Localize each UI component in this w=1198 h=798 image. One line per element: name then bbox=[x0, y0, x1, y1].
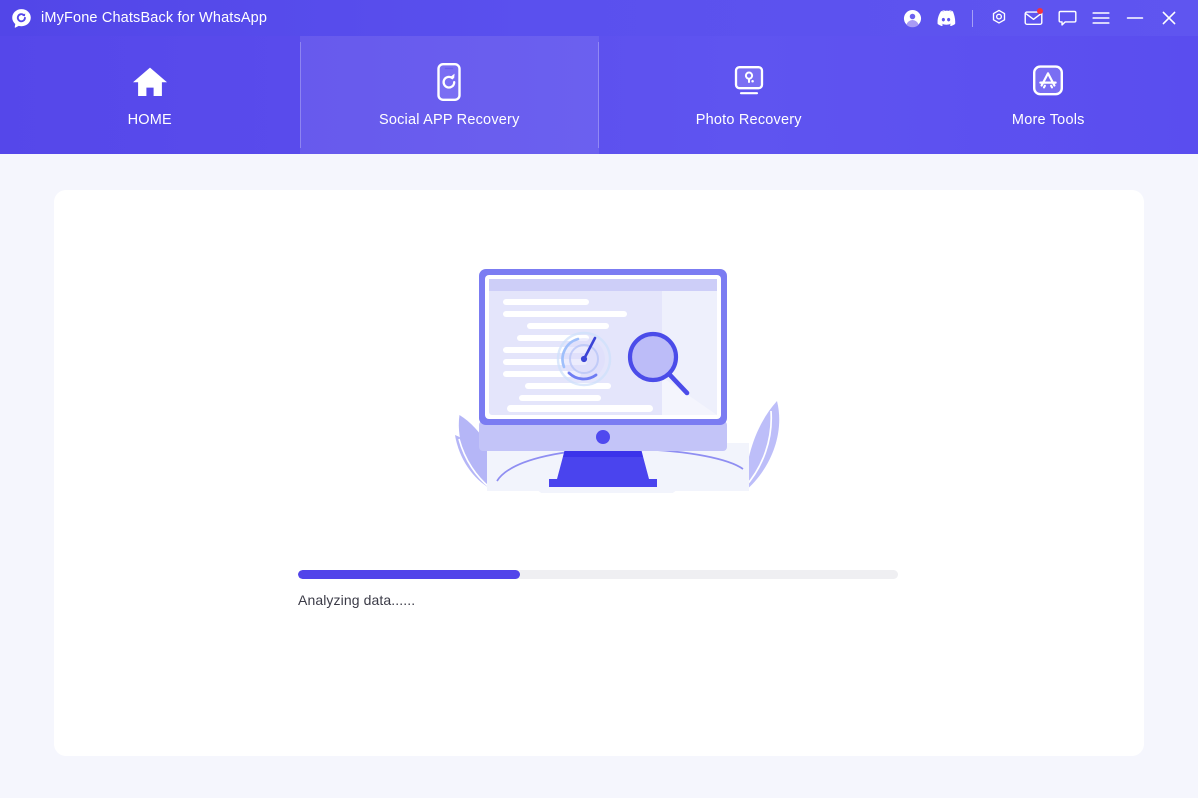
progress-status-text: Analyzing data...... bbox=[298, 592, 416, 608]
progress-bar-track bbox=[298, 570, 898, 579]
progress-area: Analyzing data...... bbox=[298, 570, 898, 608]
titlebar-actions bbox=[895, 3, 1186, 33]
tab-social-app-recovery-label: Social APP Recovery bbox=[378, 111, 520, 128]
hamburger-menu-icon[interactable] bbox=[1084, 3, 1118, 33]
illustration-container bbox=[54, 190, 1144, 556]
window-title: iMyFone ChatsBack for WhatsApp bbox=[41, 10, 268, 26]
tab-photo-recovery[interactable]: Photo Recovery bbox=[599, 36, 899, 154]
tab-home[interactable]: HOME bbox=[0, 36, 300, 154]
titlebar-divider bbox=[972, 9, 973, 27]
analyzing-card: Analyzing data...... bbox=[54, 190, 1144, 756]
progress-bar-fill bbox=[298, 570, 520, 579]
account-icon[interactable] bbox=[895, 3, 929, 33]
monitor-photo-icon bbox=[730, 63, 768, 101]
tab-more-tools-label: More Tools bbox=[1011, 111, 1085, 128]
tab-photo-recovery-label: Photo Recovery bbox=[695, 111, 802, 128]
chat-bubble-icon[interactable] bbox=[1050, 3, 1084, 33]
main-navigation: HOME Social APP Recovery Photo Recovery … bbox=[0, 36, 1198, 154]
phone-refresh-icon bbox=[433, 62, 465, 101]
title-bar: iMyFone ChatsBack for WhatsApp bbox=[0, 0, 1198, 36]
home-icon bbox=[130, 63, 170, 101]
discord-icon[interactable] bbox=[929, 3, 963, 33]
chatsback-logo-icon bbox=[11, 8, 32, 29]
mail-notification-badge bbox=[1037, 8, 1043, 14]
target-icon[interactable] bbox=[982, 3, 1016, 33]
content-area: Analyzing data...... bbox=[0, 154, 1198, 798]
app-store-icon bbox=[1030, 63, 1066, 101]
analyzing-monitor-illustration bbox=[379, 253, 819, 513]
app-window: iMyFone ChatsBack for WhatsApp HOME Soci… bbox=[0, 0, 1198, 798]
close-icon[interactable] bbox=[1152, 3, 1186, 33]
tab-social-app-recovery[interactable]: Social APP Recovery bbox=[299, 36, 599, 154]
minimize-icon[interactable] bbox=[1118, 3, 1152, 33]
mail-icon[interactable] bbox=[1016, 3, 1050, 33]
tab-home-label: HOME bbox=[127, 111, 172, 128]
tab-more-tools[interactable]: More Tools bbox=[899, 36, 1198, 154]
